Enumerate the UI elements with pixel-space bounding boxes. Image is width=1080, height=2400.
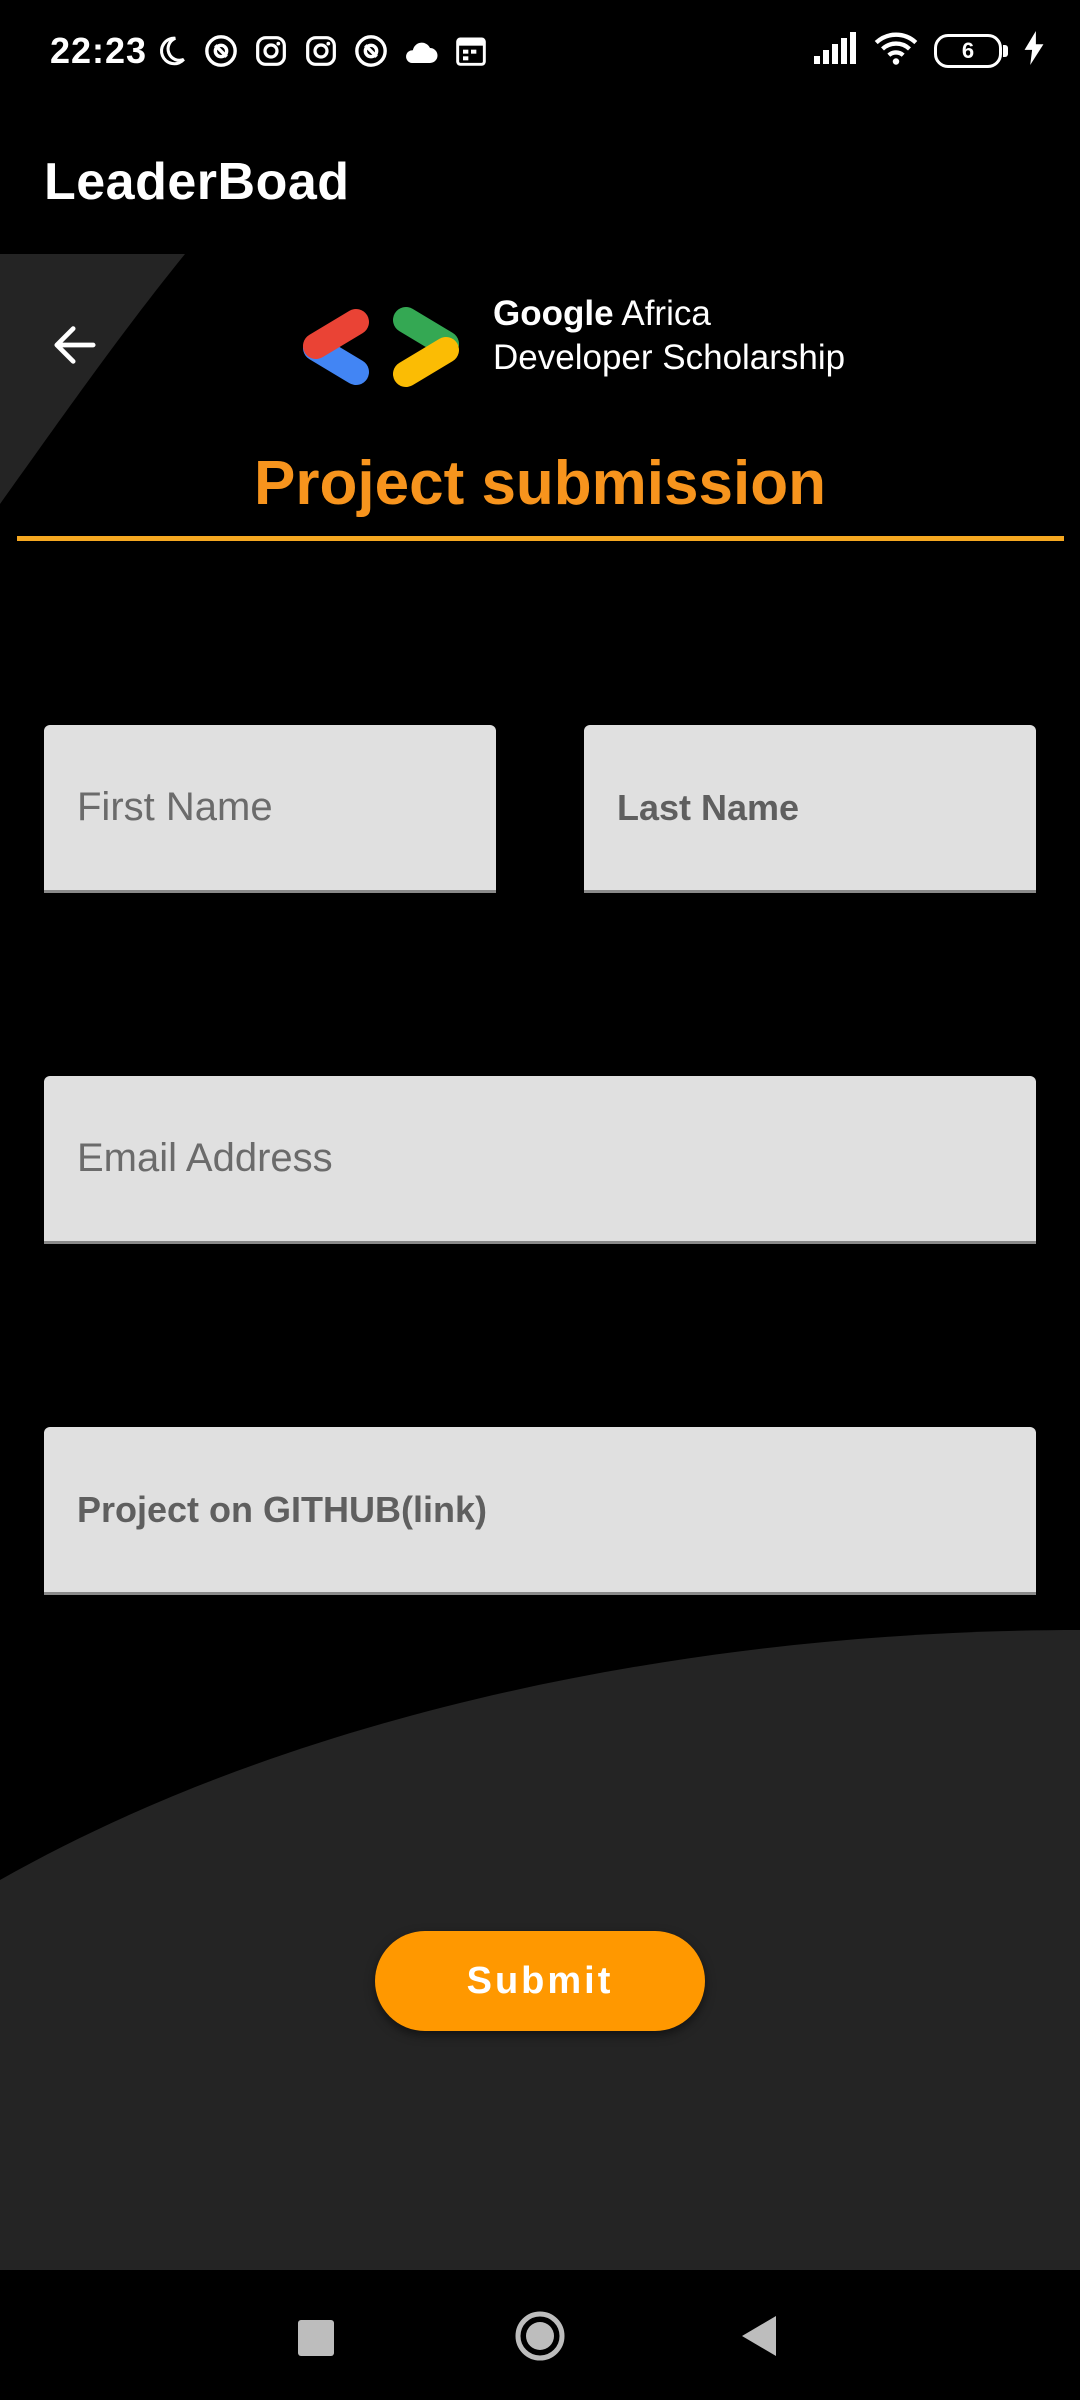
logo-google: Google <box>493 294 614 333</box>
cloud-icon <box>402 32 440 70</box>
last-name-placeholder: Last Name <box>617 786 800 828</box>
title-divider <box>17 536 1064 541</box>
instagram-icon <box>302 32 340 70</box>
first-name-field[interactable]: First Name <box>44 725 496 893</box>
instagram-icon <box>252 32 290 70</box>
github-link-field[interactable]: Project on GITHUB(link) <box>44 1427 1036 1595</box>
calendar-icon <box>452 32 490 70</box>
signal-icon <box>814 32 858 69</box>
page-title: Project submission <box>254 449 826 518</box>
battery-level: 6 <box>961 37 975 63</box>
app-title: LeaderBoad <box>44 153 350 211</box>
status-bar: 22:23 6 <box>0 0 1080 104</box>
recents-button[interactable] <box>298 2320 334 2356</box>
app-bar: LeaderBoad <box>0 104 1080 254</box>
first-name-placeholder: First Name <box>77 785 273 829</box>
project-submission-screen: 22:23 6 LeaderBoad Google Africa Develop… <box>0 0 1080 2400</box>
back-nav-button[interactable] <box>740 2314 780 2358</box>
notification-icons <box>152 32 490 70</box>
email-placeholder: Email Address <box>77 1136 333 1180</box>
last-name-field[interactable]: Last Name <box>584 725 1036 893</box>
developer-logo-icon <box>303 307 459 387</box>
at-sign-icon <box>202 32 240 70</box>
submit-button[interactable]: Submit <box>375 1931 705 2031</box>
home-button[interactable] <box>514 2310 566 2362</box>
battery-icon: 6 <box>934 33 1008 68</box>
logo-africa: Africa <box>613 294 711 333</box>
at-sign-icon <box>352 32 390 70</box>
github-link-placeholder: Project on GITHUB(link) <box>77 1488 488 1530</box>
status-time: 22:23 <box>50 30 148 71</box>
system-icons: 6 <box>814 30 1044 71</box>
arrow-left-icon <box>54 326 96 364</box>
navigation-bar <box>0 2270 1080 2400</box>
logo-subtitle: Developer Scholarship <box>493 338 846 377</box>
moon-icon <box>152 32 190 70</box>
back-button[interactable] <box>40 310 110 380</box>
wifi-icon <box>874 30 918 71</box>
email-field[interactable]: Email Address <box>44 1076 1036 1244</box>
charging-icon <box>1024 31 1044 70</box>
developer-scholarship-logo-text: Google Africa Developer Scholarship <box>493 292 845 380</box>
